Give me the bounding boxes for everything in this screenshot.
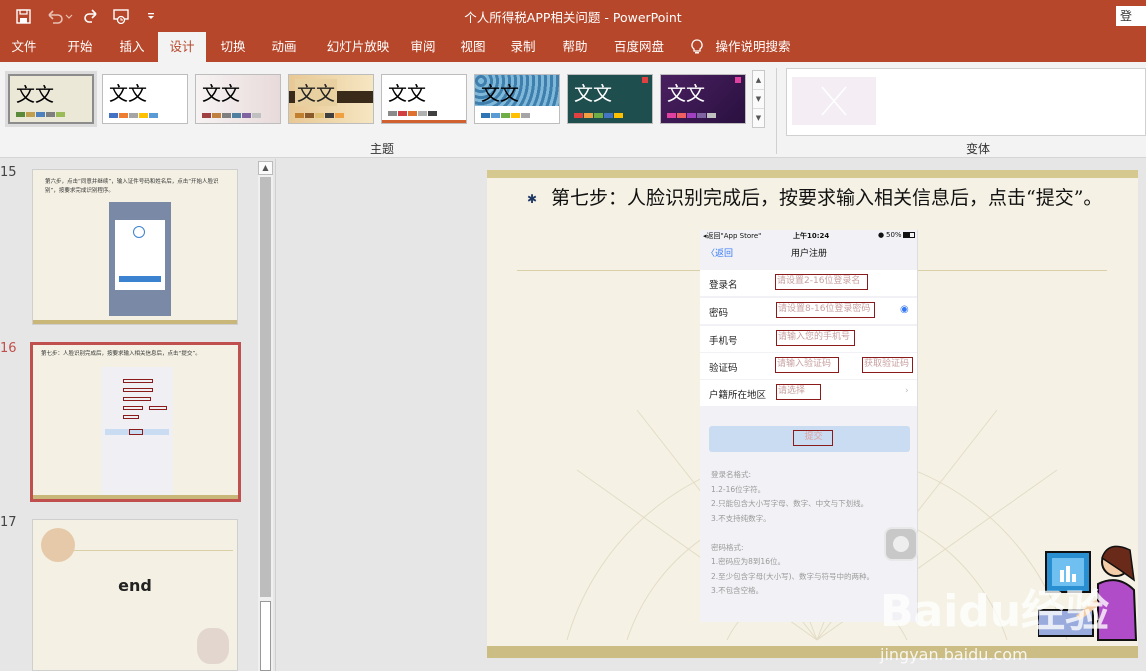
assistive-touch-icon <box>884 527 918 561</box>
tab-help[interactable]: 帮助 <box>552 32 598 62</box>
lightbulb-icon <box>686 32 708 62</box>
ribbon-design: 文文 文文 文文 文文 文文 文文 文文 文文 ▲ ▼ ▼ 主题 变体 <box>0 62 1146 158</box>
theme-thumb-1[interactable]: 文文 <box>5 71 97 127</box>
tab-insert[interactable]: 插入 <box>108 32 156 62</box>
slide-step-text[interactable]: 第七步：人脸识别完成后，按要求输入相关信息后，点击“提交”。 <box>551 185 1111 211</box>
window-title: 个人所得税APP相关问题 - PowerPoint <box>464 10 682 25</box>
scrollbar-thumb[interactable] <box>260 601 271 671</box>
tab-view[interactable]: 视图 <box>450 32 496 62</box>
tab-review[interactable]: 审阅 <box>400 32 446 62</box>
thumb-phone-image <box>109 202 171 316</box>
thumb-phone-image <box>101 367 173 495</box>
thumb-text: 第六步，点击“同意并继续”，输入证件号码和姓名后，点击“开始人脸识别”，按要求完… <box>45 179 219 194</box>
variant-gallery <box>786 68 1146 136</box>
tell-me-search[interactable]: 操作说明搜索 <box>712 32 794 62</box>
format-rules: 登录名格式: 1.2-16位字符。 2.只能包含大小写字母、数字、中文与下划线。… <box>711 470 875 595</box>
scroll-up-icon[interactable]: ▲ <box>258 161 273 175</box>
phone-screenshot: ◂返回"App Store" 上午10:24 ● 50% 〈返回 用户注册 登录… <box>700 230 918 622</box>
field-row: 密码 请设置8-16位登录密码 ◉ <box>700 298 917 324</box>
chevron-right-icon: › <box>905 386 909 396</box>
slide-thumb-15[interactable]: 第六步，点击“同意并继续”，输入证件号码和姓名后，点击“开始人脸识别”，按要求完… <box>32 169 238 325</box>
thumb-text: 第七步：人脸识别完成后，按要求输入相关信息后，点击“提交”。 <box>41 351 201 357</box>
field-row: 户籍所在地区 请选择 › <box>700 380 917 406</box>
watermark-url: jingyan.baidu.com <box>880 645 1028 664</box>
theme-thumb-6[interactable]: 文文 <box>474 74 560 124</box>
field-row: 登录名 请设置2-16位登录名 <box>700 270 917 296</box>
clipart-person-image <box>41 528 75 562</box>
title-bar: 个人所得税APP相关问题 - PowerPoint 登 <box>0 0 1146 32</box>
bullet-icon: ✱ <box>527 192 538 206</box>
login-button[interactable]: 登 <box>1116 6 1146 26</box>
eye-icon: ◉ <box>900 304 909 315</box>
scroll-up-icon[interactable]: ▲ <box>753 71 764 90</box>
slide-number: 15 <box>0 165 17 180</box>
field-row: 手机号 请输入您的手机号 <box>700 326 917 352</box>
scrollbar-track <box>260 177 271 597</box>
clipart-hands-image <box>197 628 229 664</box>
group-label-variants: 变体 <box>966 142 991 156</box>
theme-thumb-8[interactable]: 文文 <box>660 74 746 124</box>
theme-gallery-scroll[interactable]: ▲ ▼ ▼ <box>752 70 765 128</box>
scroll-down-icon[interactable]: ▼ <box>753 90 764 109</box>
theme-thumb-3[interactable]: 文文 <box>195 74 281 124</box>
slide-number: 16 <box>0 341 17 356</box>
slide-thumb-17[interactable]: end <box>32 519 238 671</box>
slide-thumbnail-pane: 15 第六步，点击“同意并继续”，输入证件号码和姓名后，点击“开始人脸识别”，按… <box>0 159 276 671</box>
variant-thumb[interactable] <box>792 77 876 125</box>
field-row: 验证码 请输入验证码 获取验证码 <box>700 353 917 379</box>
tab-animations[interactable]: 动画 <box>260 32 308 62</box>
slide-thumb-16[interactable]: 第七步：人脸识别完成后，按要求输入相关信息后，点击“提交”。 <box>30 342 241 502</box>
watermark-logo: Baidu经验 <box>880 586 1110 637</box>
tab-file[interactable]: 文件 <box>0 32 48 62</box>
ribbon-tabs: 文件 开始 插入 设计 切换 动画 幻灯片放映 审阅 视图 录制 帮助 百度网盘… <box>0 32 1146 62</box>
tab-record[interactable]: 录制 <box>500 32 546 62</box>
status-bar: ◂返回"App Store" 上午10:24 ● 50% <box>700 230 917 242</box>
tab-transitions[interactable]: 切换 <box>210 32 256 62</box>
submit-button: 提交 <box>709 426 910 452</box>
group-label-themes: 主题 <box>370 142 395 156</box>
tab-baidu-netdisk[interactable]: 百度网盘 <box>604 32 674 62</box>
theme-thumb-2[interactable]: 文文 <box>102 74 188 124</box>
theme-thumb-4[interactable]: 文文 <box>288 74 374 124</box>
battery-icon <box>903 232 915 238</box>
gallery-more-icon[interactable]: ▼ <box>753 109 764 128</box>
ribbon-separator <box>776 68 777 154</box>
tab-design[interactable]: 设计 <box>158 32 206 62</box>
tab-home[interactable]: 开始 <box>56 32 104 62</box>
theme-thumb-7[interactable]: 文文 <box>567 74 653 124</box>
theme-thumb-5[interactable]: 文文 <box>381 74 467 124</box>
tab-slideshow[interactable]: 幻灯片放映 <box>316 32 400 62</box>
status-dot-icon: ● <box>878 231 885 239</box>
thumb-text: end <box>118 576 152 595</box>
slide-number: 17 <box>0 515 17 530</box>
nav-bar: 〈返回 用户注册 <box>706 249 827 259</box>
thumbnail-scrollbar[interactable]: ▲ <box>258 161 273 671</box>
